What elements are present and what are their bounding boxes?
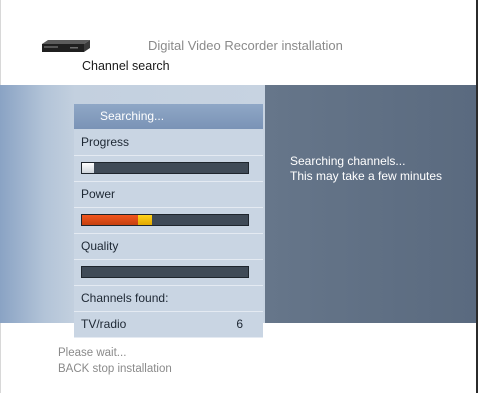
info-line-searching: Searching channels... bbox=[290, 154, 406, 168]
tv-radio-row: TV/radio 6 bbox=[74, 312, 263, 338]
progress-row: Progress bbox=[74, 130, 263, 156]
progress-bar-row bbox=[74, 156, 263, 182]
power-bar bbox=[81, 214, 249, 226]
power-bar-row bbox=[74, 208, 263, 234]
power-label: Power bbox=[81, 187, 116, 201]
quality-bar-row bbox=[74, 260, 263, 286]
quality-row: Quality bbox=[74, 234, 263, 260]
footer-wait-text: Please wait... bbox=[58, 347, 127, 359]
tv-radio-count: 6 bbox=[236, 317, 243, 331]
quality-bar bbox=[81, 266, 249, 278]
channels-found-row: Channels found: bbox=[74, 286, 263, 312]
info-panel bbox=[265, 85, 476, 323]
page-title: Channel search bbox=[82, 59, 170, 73]
searching-label: Searching... bbox=[100, 109, 165, 123]
power-row: Power bbox=[74, 182, 263, 208]
dvr-device-icon bbox=[42, 40, 90, 52]
power-bar-peak bbox=[138, 215, 152, 225]
menu-item-searching[interactable]: Searching... bbox=[74, 104, 263, 130]
progress-label: Progress bbox=[81, 135, 130, 149]
tv-radio-label: TV/radio bbox=[81, 317, 127, 331]
progress-bar bbox=[81, 162, 249, 174]
footer-back-hint: BACK stop installation bbox=[58, 363, 172, 375]
info-line-duration: This may take a few minutes bbox=[290, 169, 443, 183]
quality-label: Quality bbox=[81, 239, 119, 253]
channels-found-label: Channels found: bbox=[81, 291, 169, 305]
search-menu: Searching... Progress Power Quality Chan… bbox=[74, 104, 263, 338]
progress-bar-fill bbox=[82, 163, 94, 173]
app-title: Digital Video Recorder installation bbox=[148, 38, 343, 53]
power-bar-fill bbox=[82, 215, 139, 225]
